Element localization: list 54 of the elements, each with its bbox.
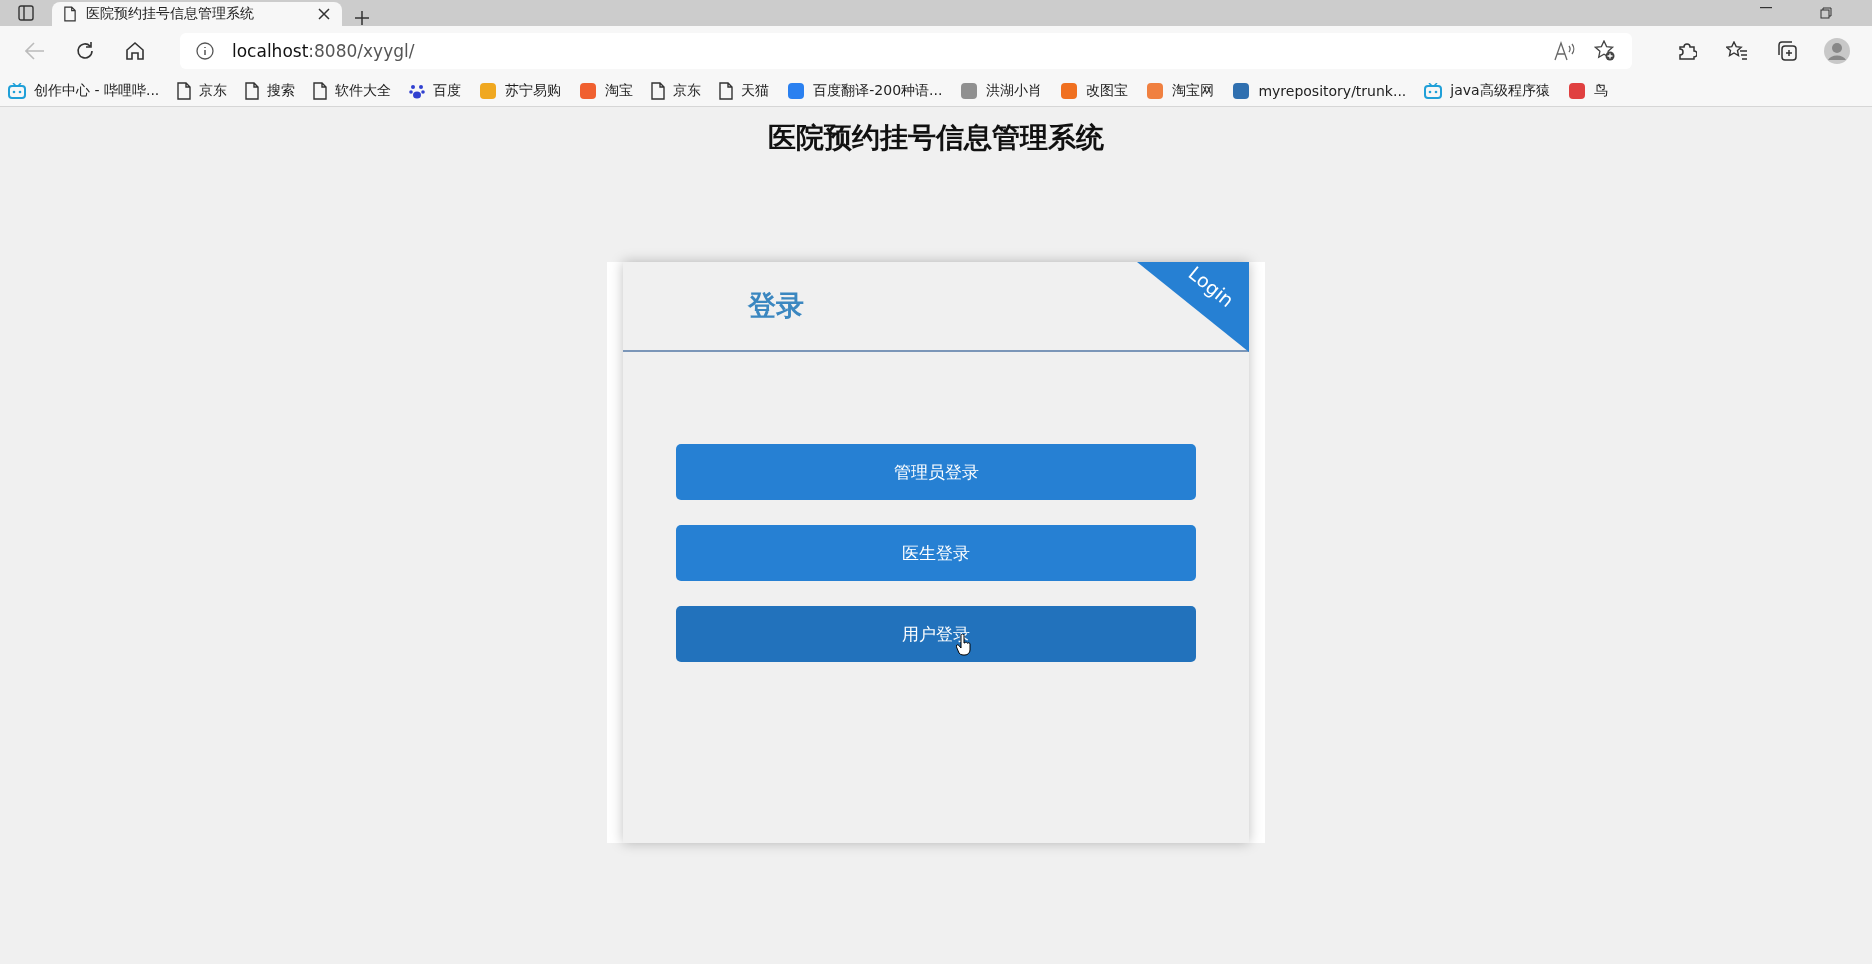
bookmark[interactable]: 京东 [651, 82, 702, 100]
tab-panel-icon[interactable] [18, 5, 34, 21]
restore-icon[interactable] [1820, 7, 1832, 19]
bookmark[interactable]: 苏宁易购 [479, 82, 562, 100]
favorites-icon[interactable] [1726, 41, 1748, 61]
login-button[interactable]: 管理员登录 [676, 444, 1196, 500]
info-icon[interactable] [196, 42, 214, 60]
site-icon [1567, 82, 1586, 100]
site-icon [479, 82, 498, 100]
bookmark[interactable]: 京东 [177, 82, 228, 100]
bookmark[interactable]: java高级程序猿 [1424, 82, 1550, 100]
tv-icon [8, 83, 26, 99]
site-icon [579, 82, 598, 100]
site-icon [1232, 82, 1251, 100]
puzzle-icon[interactable] [1677, 41, 1697, 61]
bookmark[interactable]: 天猫 [719, 82, 770, 100]
new-tab-icon[interactable] [354, 10, 370, 26]
card-heading: 登录 [748, 288, 804, 324]
page-icon [64, 6, 76, 22]
login-button[interactable]: 医生登录 [676, 525, 1196, 581]
bookmark[interactable]: 创作中心 - 哔哩哔... [8, 82, 160, 100]
bookmark[interactable]: myrepository/trunk... [1232, 82, 1407, 100]
page-icon [245, 82, 260, 100]
read-aloud-icon[interactable] [1554, 41, 1576, 61]
paw-icon [409, 83, 426, 99]
page-icon [177, 82, 192, 100]
bookmark[interactable]: 鸟 [1567, 82, 1608, 100]
home-icon[interactable] [125, 41, 145, 61]
avatar-icon[interactable] [1824, 38, 1850, 64]
site-icon [960, 82, 979, 100]
site-icon [1060, 82, 1079, 100]
tv-icon [1424, 83, 1443, 99]
bookmark[interactable]: 淘宝 [579, 82, 634, 100]
browser-tab[interactable]: 医院预约挂号信息管理系统 [52, 2, 342, 26]
page-title: 医院预约挂号信息管理系统 [767, 120, 1105, 156]
page-icon [651, 82, 666, 100]
bookmark[interactable]: 百度 [409, 82, 462, 100]
site-icon [787, 82, 806, 100]
bookmark[interactable]: 洪湖小肖 [960, 82, 1043, 100]
page-icon [719, 82, 734, 100]
minimize-icon[interactable] [1760, 7, 1772, 9]
reload-icon[interactable] [75, 41, 95, 61]
bookmark[interactable]: 淘宝网 [1146, 82, 1215, 100]
add-favorite-icon[interactable] [1594, 40, 1616, 62]
collections-icon[interactable] [1776, 40, 1798, 62]
bookmark[interactable]: 软件大全 [313, 82, 392, 100]
close-icon[interactable] [318, 8, 330, 20]
bookmark[interactable]: 百度翻译-200种语... [787, 82, 943, 100]
bookmark[interactable]: 搜索 [245, 82, 296, 100]
page-icon [313, 82, 328, 100]
site-icon [1146, 82, 1165, 100]
bookmark[interactable]: 改图宝 [1060, 82, 1129, 100]
tab-title: 医院预约挂号信息管理系统 [86, 5, 255, 23]
address-bar[interactable]: localhost:8080/xyygl/ [180, 33, 1632, 69]
